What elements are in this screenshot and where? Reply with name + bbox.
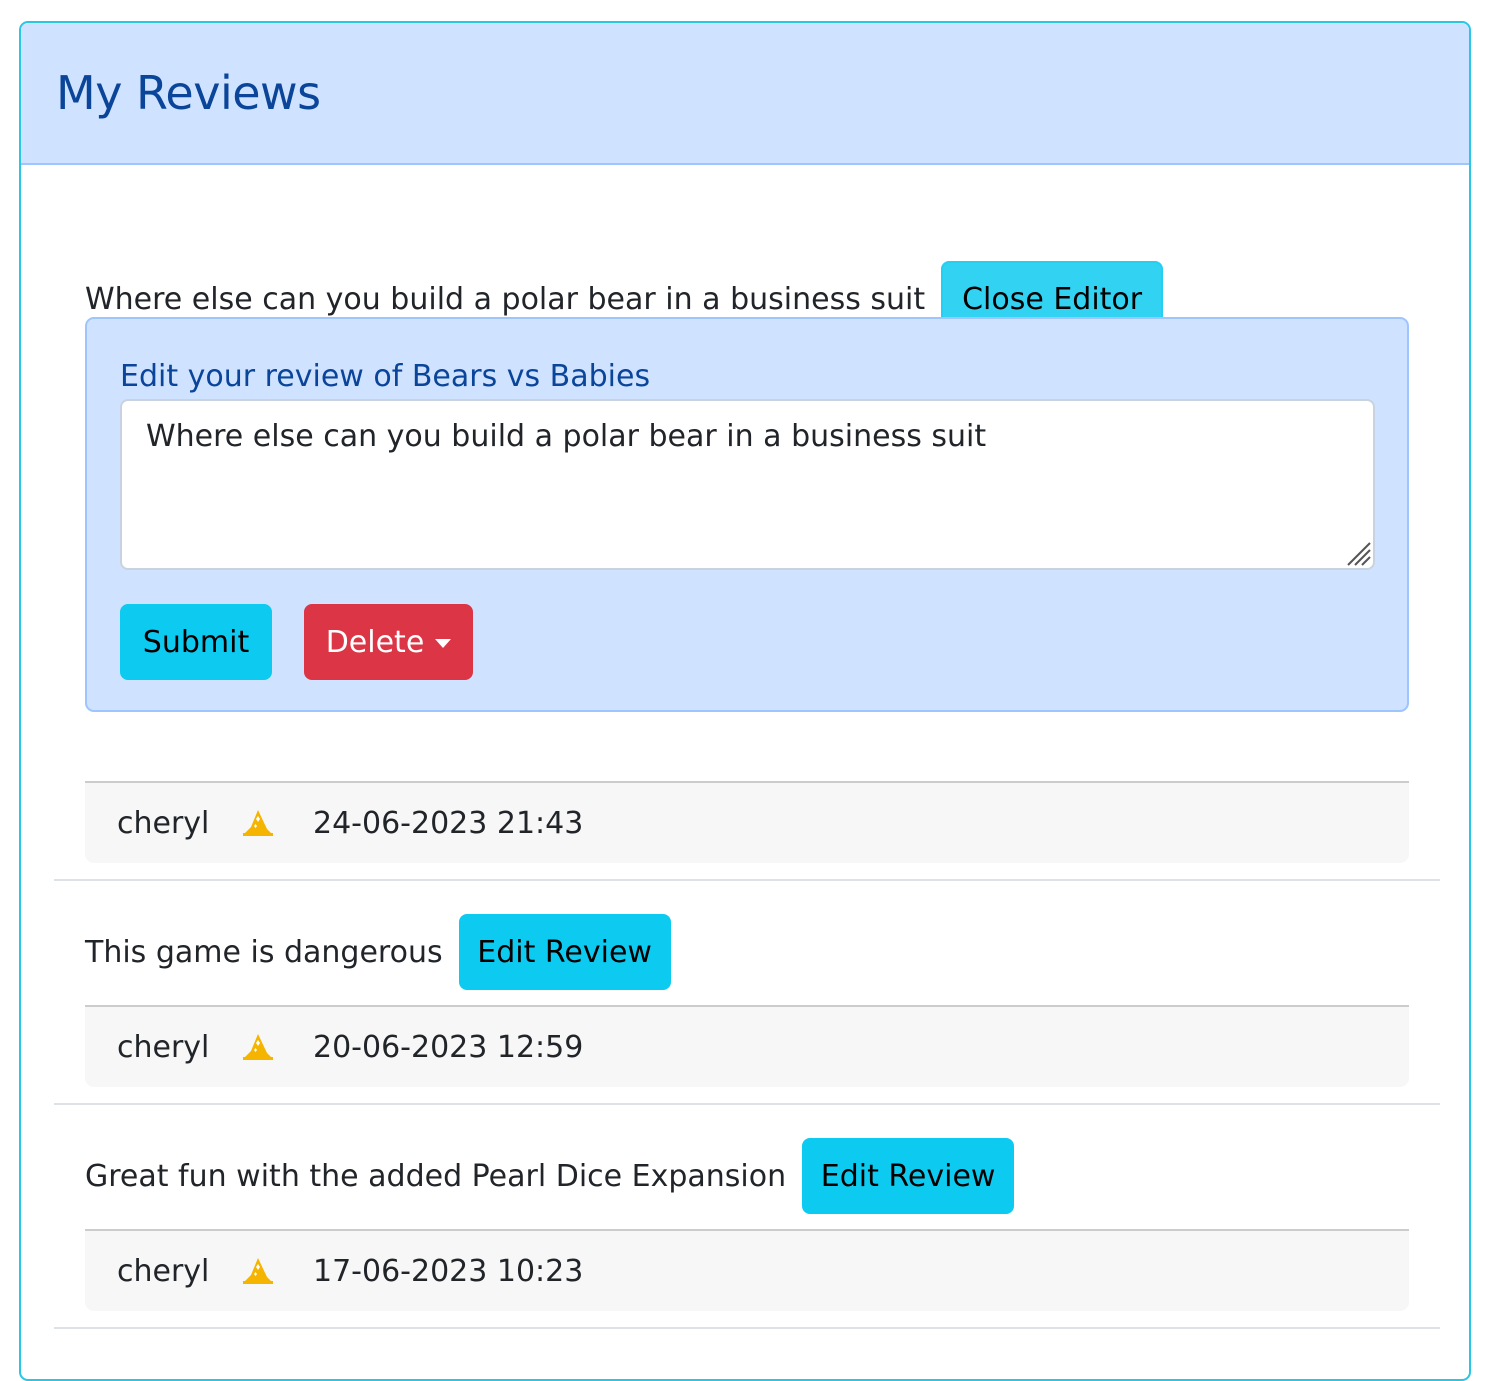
review-text: This game is dangerous (85, 934, 443, 970)
review-footer: cheryl 20-06-2023 12:59 (85, 1005, 1409, 1087)
card-header: My Reviews (21, 23, 1469, 165)
review-item: Where else can you build a polar bear in… (54, 165, 1440, 881)
review-text: Great fun with the added Pearl Dice Expa… (85, 1158, 787, 1194)
editor-label: Edit your review of Bears vs Babies (120, 359, 651, 394)
wizard-hat-icon (241, 1255, 313, 1287)
review-item: This game is dangerous Edit Review chery… (54, 881, 1440, 1105)
submit-button[interactable]: Submit (120, 604, 272, 680)
review-timestamp: 17-06-2023 10:23 (313, 1253, 584, 1289)
review-header: Great fun with the added Pearl Dice Expa… (85, 1138, 1015, 1214)
review-author: cheryl (117, 805, 210, 841)
delete-label: Delete (325, 624, 425, 660)
review-footer: cheryl 24-06-2023 21:43 (85, 781, 1409, 863)
review-textarea[interactable]: Where else can you build a polar bear in… (120, 399, 1375, 570)
review-timestamp: 24-06-2023 21:43 (313, 805, 584, 841)
wizard-hat-icon (241, 1031, 313, 1063)
review-author: cheryl (117, 1253, 210, 1289)
review-text: Where else can you build a polar bear in… (85, 281, 926, 317)
edit-review-button[interactable]: Edit Review (458, 914, 671, 990)
review-header: This game is dangerous Edit Review (85, 914, 671, 990)
edit-review-button[interactable]: Edit Review (802, 1138, 1015, 1214)
review-item: Great fun with the added Pearl Dice Expa… (54, 1105, 1440, 1329)
review-editor: Edit your review of Bears vs Babies Wher… (85, 317, 1409, 712)
review-textarea-value: Where else can you build a polar bear in… (146, 419, 987, 454)
my-reviews-card: My Reviews Where else can you build a po… (19, 21, 1471, 1381)
review-timestamp: 20-06-2023 12:59 (313, 1029, 584, 1065)
resize-handle-icon[interactable] (1343, 538, 1371, 566)
caret-down-icon (435, 638, 452, 648)
wizard-hat-icon (241, 807, 313, 839)
review-author: cheryl (117, 1029, 210, 1065)
page-title: My Reviews (56, 66, 321, 120)
delete-dropdown-button[interactable]: Delete (304, 604, 473, 680)
review-footer: cheryl 17-06-2023 10:23 (85, 1229, 1409, 1311)
